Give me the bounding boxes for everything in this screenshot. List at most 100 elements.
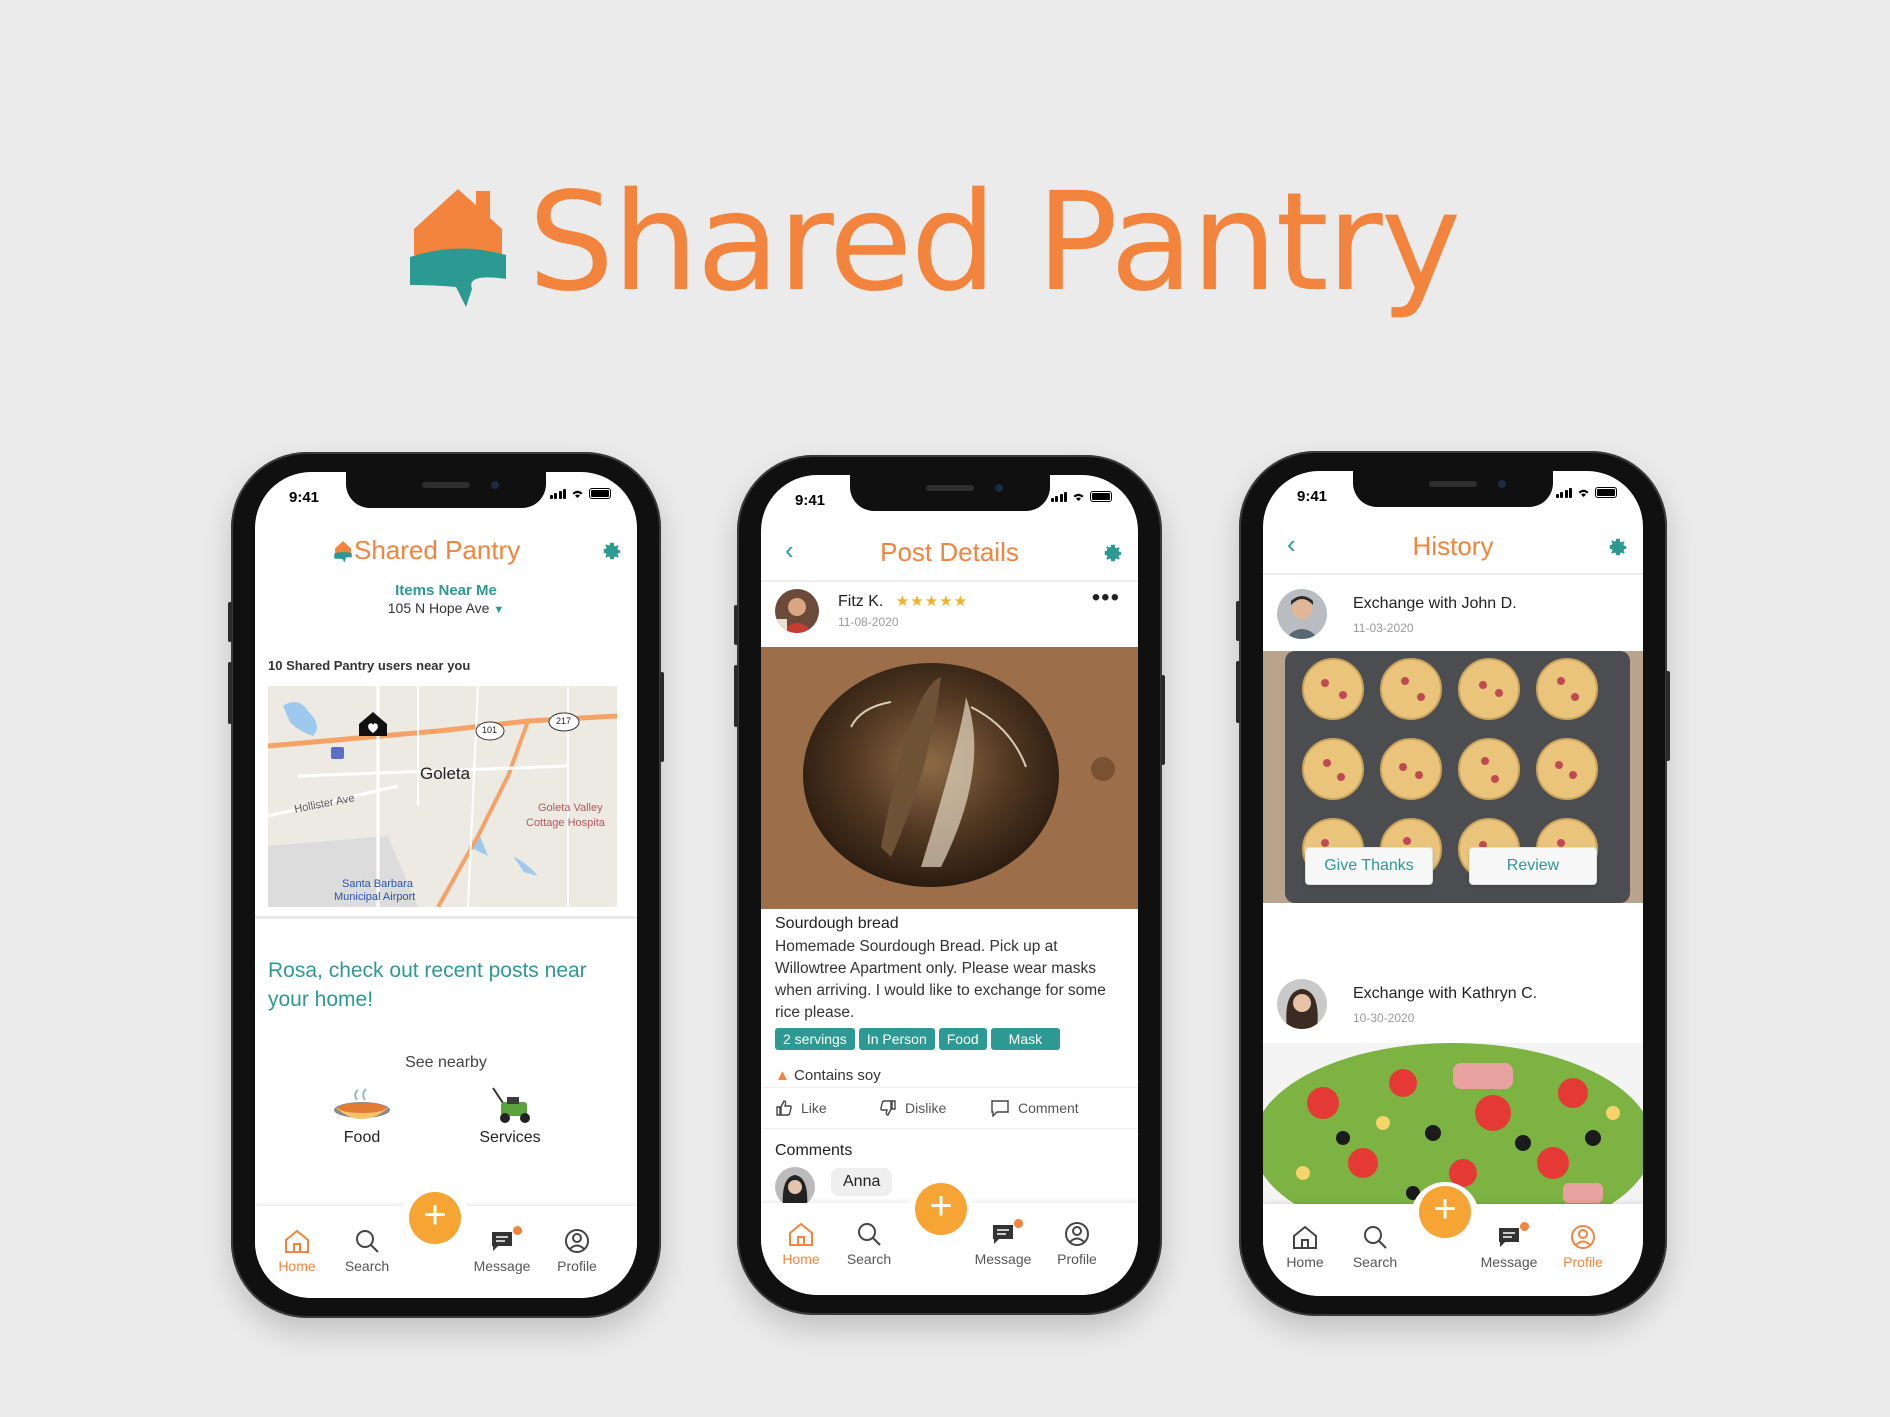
nav-search[interactable]: Search [335,1228,399,1274]
category-services[interactable]: Services [465,1084,555,1147]
tag-mask: Mask [990,1028,1061,1050]
nav-home[interactable]: Home [265,1228,329,1274]
message-icon [492,1232,512,1251]
settings-gear-icon[interactable] [601,540,623,562]
nav-search-label: Search [846,1251,892,1267]
nav-profile-label: Profile [557,1258,597,1274]
add-post-button[interactable]: + [1419,1186,1471,1238]
add-post-button[interactable]: + [915,1183,967,1235]
lawn-mower-icon [492,1087,530,1123]
john-avatar[interactable] [1277,589,1327,639]
see-nearby-label: See nearby [405,1054,487,1071]
category-food-label: Food [343,1129,381,1146]
map-label-hospital-2: Cottage Hospita [526,817,605,829]
category-services-label: Services [479,1129,541,1146]
author-avatar[interactable] [775,589,819,633]
post-description: Homemade Sourdough Bread. Pick up at Wil… [775,938,1106,1021]
soup-bowl-icon [334,1088,390,1119]
bottom-nav: Home Search + Message Profile [255,1184,637,1298]
like-label: Like [801,1100,827,1116]
users-near-label: 10 Shared Pantry users near you [268,658,471,673]
caret-down-icon: ▼ [493,604,505,616]
tag-servings: 2 servings [775,1028,855,1050]
settings-gear-icon[interactable] [1607,536,1629,558]
commenter-avatar[interactable] [775,1167,815,1207]
post-actions: Like Dislike Comment [761,1087,1138,1129]
exchange-2-title: Exchange with Kathryn C. [1353,985,1538,1002]
nav-profile[interactable]: Profile [1551,1224,1615,1270]
home-icon [789,1222,813,1246]
nav-profile[interactable]: Profile [1045,1221,1109,1267]
nav-message[interactable]: Message [1477,1224,1541,1270]
author-line: Fitz K. ★★★★★ [838,592,968,611]
nav-message[interactable]: Message [470,1228,534,1274]
nav-search-label: Search [344,1258,390,1274]
dislike-button[interactable]: Dislike [879,1099,946,1117]
nav-search[interactable]: Search [837,1221,901,1267]
profile-icon [1571,1225,1595,1249]
warning-triangle-icon: ▲ [775,1067,790,1084]
comments-heading: Comments [775,1142,853,1159]
map-label-hw101: 101 [482,725,498,735]
nav-message-label: Message [974,1251,1032,1267]
address-dropdown[interactable]: 105 N Hope Ave ▼ [255,600,637,616]
author-name[interactable]: Fitz K. [838,593,883,610]
exchange-2-date: 10-30-2020 [1353,1011,1415,1025]
bottom-nav: Home Search + Message Profile [1263,1182,1643,1296]
more-options-icon[interactable]: ••• [1092,586,1120,610]
nav-profile-label: Profile [1563,1254,1603,1270]
status-icons [1555,487,1617,498]
add-post-button[interactable]: + [409,1192,461,1244]
message-icon [993,1225,1013,1244]
like-button[interactable]: Like [775,1099,827,1117]
search-icon [356,1230,379,1253]
home-icon [285,1229,309,1253]
allergen-warning: ▲ Contains soy [775,1067,881,1084]
message-icon [1499,1228,1519,1247]
give-thanks-button[interactable]: Give Thanks [1305,847,1433,885]
nav-search[interactable]: Search [1343,1224,1407,1270]
post-date: 11-08-2020 [838,615,899,629]
tag-in-person: In Person [858,1028,935,1050]
kathryn-avatar[interactable] [1277,979,1327,1029]
app-logo-icon [334,540,352,563]
address-text: 105 N Hope Ave [387,600,490,616]
map-label-hospital-1: Goleta Valley [538,802,603,814]
page-title: History [1412,531,1494,561]
comment-bubble-icon [991,1100,1009,1117]
exchange-1-title: Exchange with John D. [1353,595,1517,612]
rating-stars: ★★★★★ [895,593,969,610]
greeting-text: Rosa, check out recent posts near your h… [268,959,587,1011]
map-label-goleta: Goleta [420,764,471,783]
post-title: Sourdough bread [775,915,899,932]
map-label-airport-2: Municipal Airport [334,891,416,903]
search-icon [858,1223,881,1246]
nav-home[interactable]: Home [769,1221,833,1267]
page-title: Post Details [880,537,1019,567]
nav-message[interactable]: Message [971,1221,1035,1267]
status-time: 9:41 [289,489,320,506]
thumbs-down-icon [880,1100,896,1116]
nav-search-label: Search [1352,1254,1398,1270]
status-time: 9:41 [1297,488,1328,505]
dislike-label: Dislike [905,1100,947,1116]
nearby-map[interactable]: 101 217 Goleta Hollister Ave Goleta Vall… [268,686,617,907]
profile-icon [1065,1222,1089,1246]
bottom-nav: Home Search + Message Profile [761,1181,1138,1295]
app-title-text: Shared Pantry [354,535,521,565]
nav-home-label: Home [782,1251,820,1267]
post-image-sourdough [761,647,1138,909]
post-tags: 2 servings In Person Food Mask [775,1028,1061,1050]
brand-header: Shared Pantry [406,168,1461,318]
review-button[interactable]: Review [1469,847,1597,885]
status-icons [549,488,611,499]
nav-profile[interactable]: Profile [545,1228,609,1274]
message-notification-dot [1520,1222,1529,1231]
commenter-name: Anna [831,1168,893,1196]
comment-button[interactable]: Comment [990,1099,1079,1117]
nav-home[interactable]: Home [1273,1224,1337,1270]
category-food[interactable]: Food [317,1084,407,1147]
message-notification-dot [1014,1219,1023,1228]
phone-home: 9:41 Shared Pantry Items Near Me 105 N H… [228,452,664,1318]
settings-gear-icon[interactable] [1102,542,1124,564]
